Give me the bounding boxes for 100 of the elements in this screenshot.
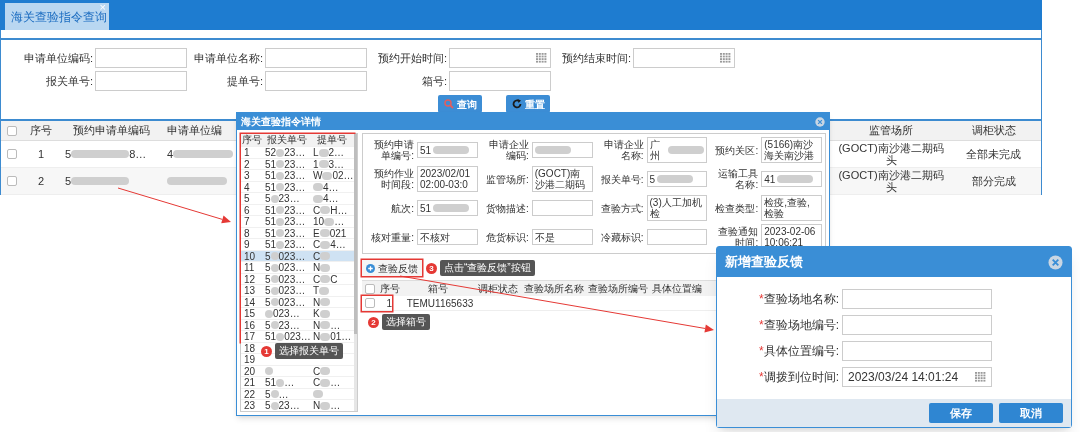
feedback-button[interactable]: 查验反馈 xyxy=(362,260,422,276)
form-field[interactable]: 2023/02/01 02:00-03:0 xyxy=(417,166,478,192)
cell-text: 16 xyxy=(244,319,256,331)
blur-patch xyxy=(320,332,331,341)
form-field[interactable] xyxy=(531,142,593,158)
cell-text: 5 xyxy=(65,146,72,162)
field-label: 核对重量: xyxy=(370,231,414,243)
calendar-icon[interactable] xyxy=(975,372,986,382)
field-label: 查验场地名称: xyxy=(763,291,839,308)
field-label: 查验通知时间: xyxy=(717,226,759,248)
column-header: 序号 xyxy=(29,123,53,139)
calendar-icon[interactable] xyxy=(536,53,547,63)
form-field[interactable]: 不核对 xyxy=(417,229,478,245)
list-row[interactable]: 17 51 023… N 01… xyxy=(241,330,354,342)
list-row[interactable]: 11 5 023… N xyxy=(241,261,354,273)
page-tab[interactable]: 海关查验指令查询 × xyxy=(5,3,109,30)
blur-patch xyxy=(433,146,470,154)
list-row[interactable]: 5 5 23… 4… xyxy=(241,192,354,204)
checkbox[interactable] xyxy=(7,149,17,159)
field-label: 预约申请单编号: xyxy=(373,139,414,161)
save-button[interactable]: 保存 xyxy=(929,403,993,423)
field-label: 冷藏标识: xyxy=(599,231,644,243)
cell-text: 20 xyxy=(244,365,256,377)
cell-text: 5 xyxy=(265,262,271,273)
list-row[interactable]: 3 51 23… W 02… xyxy=(241,169,354,181)
cell-text: … xyxy=(330,400,341,411)
form-field[interactable]: 41 xyxy=(761,171,822,187)
calendar-icon[interactable] xyxy=(720,53,731,63)
column-header: 查验场所名称 xyxy=(523,283,585,294)
field-label: 提单号: xyxy=(225,73,263,89)
list-row[interactable]: 15 023… K xyxy=(241,307,354,319)
date-field[interactable] xyxy=(449,48,551,68)
cell-text: 3 xyxy=(244,170,250,181)
input-field[interactable] xyxy=(842,341,992,361)
cancel-button[interactable]: 取消 xyxy=(999,403,1063,423)
cell-text: C xyxy=(313,239,321,250)
close-icon[interactable] xyxy=(1048,254,1063,270)
date-field[interactable] xyxy=(633,48,735,68)
cell-text: 17 xyxy=(244,331,256,342)
input-field[interactable] xyxy=(95,48,187,68)
list-row[interactable]: 9 51 23… C 4… xyxy=(241,238,354,250)
cell-text: 23… xyxy=(284,239,306,250)
form-field[interactable]: (5166)南沙海关南沙港 xyxy=(761,137,822,163)
input-field[interactable] xyxy=(265,71,367,91)
reset-button[interactable]: 重置 xyxy=(506,95,550,113)
form-field[interactable]: (3)人工加机检 xyxy=(646,195,708,221)
cell-text: 023… xyxy=(278,296,306,308)
form-field[interactable]: 51 xyxy=(417,142,478,158)
blur-patch xyxy=(319,309,330,318)
form-field[interactable]: 广州 xyxy=(646,137,708,163)
cell-text: 51 xyxy=(265,204,277,216)
callout-tooltip: 选择报关单号 xyxy=(275,343,343,359)
field-label: 调拨到位时间: xyxy=(763,369,839,386)
form-field[interactable] xyxy=(531,200,593,216)
search-button[interactable]: 查询 xyxy=(438,95,482,113)
field-label: 申请企业名称: xyxy=(602,139,644,161)
checkbox[interactable] xyxy=(365,298,375,308)
blur-patch xyxy=(320,263,331,272)
cell-text: 02… xyxy=(332,170,354,181)
plus-circle-icon xyxy=(366,263,375,273)
form-field[interactable]: (GOCT)南沙港二期码 xyxy=(531,166,593,192)
list-row[interactable]: 21 51 … C … xyxy=(241,376,354,388)
input-field[interactable] xyxy=(842,315,992,335)
required-mark: * xyxy=(759,343,764,360)
cell-text: 10 xyxy=(244,250,256,262)
blur-patch xyxy=(534,146,571,154)
cell-text: … xyxy=(278,388,289,400)
field-label: 申请企业编码: xyxy=(487,139,529,161)
checkbox[interactable] xyxy=(7,176,17,186)
field-label: 申请单位编码: xyxy=(22,50,93,66)
scrollbar[interactable] xyxy=(353,134,357,411)
cell-text: 23 xyxy=(244,400,256,411)
cell-text: 51 xyxy=(265,239,277,250)
input-field[interactable] xyxy=(265,48,367,68)
form-field[interactable] xyxy=(646,229,708,245)
blur-patch xyxy=(320,240,331,249)
cell-text: L xyxy=(313,147,319,158)
list-row[interactable]: 23 5 23… N … xyxy=(241,399,354,411)
input-field[interactable] xyxy=(449,71,551,91)
input-field[interactable] xyxy=(95,71,187,91)
form-field[interactable]: 51 xyxy=(417,200,478,216)
list-row[interactable]: 13 5 023… T xyxy=(241,284,354,296)
column-header: 序号 xyxy=(242,134,262,146)
table-cell-text: 1 xyxy=(385,297,392,309)
cell-text: … xyxy=(334,216,345,227)
form-field[interactable]: 不是 xyxy=(531,229,593,245)
list-row[interactable]: 7 51 23… 10 … xyxy=(241,215,354,227)
cell-text: 5 xyxy=(265,273,271,285)
field-label: 查验场地编号: xyxy=(763,317,839,334)
date-field[interactable]: 2023/03/24 14:01:24 xyxy=(842,367,992,387)
cell-text: 13 xyxy=(244,285,256,296)
form-field[interactable]: 检疫,查验,检验 xyxy=(761,195,822,221)
form-field[interactable]: 5 xyxy=(646,171,708,187)
blur-patch xyxy=(319,286,330,295)
checkbox[interactable] xyxy=(365,283,375,294)
checkbox[interactable] xyxy=(7,125,17,136)
input-field[interactable] xyxy=(842,289,992,309)
cell-text: 5 xyxy=(244,193,250,204)
list-row[interactable]: 1 52 23… L 2… xyxy=(241,146,354,158)
close-icon[interactable] xyxy=(815,116,825,127)
